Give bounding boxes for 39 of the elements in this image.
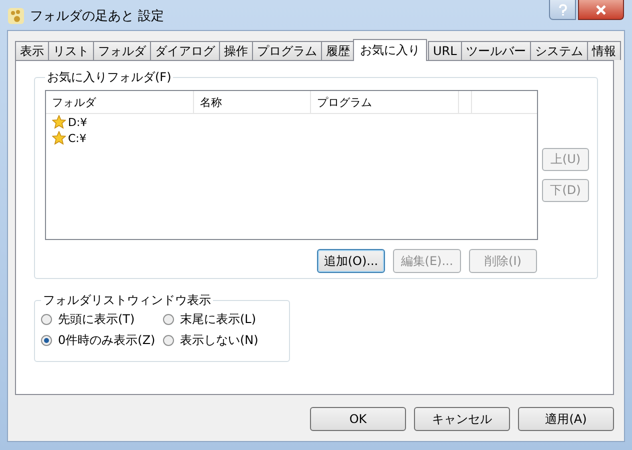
group-title: お気に入りフォルダ(F) xyxy=(46,69,172,86)
radio-option[interactable]: 0件時のみ表示(Z) xyxy=(41,332,163,349)
radio-button[interactable] xyxy=(163,335,174,346)
tab[interactable]: 操作 xyxy=(219,41,253,60)
column-header[interactable]: プログラム xyxy=(311,91,459,113)
tab[interactable]: 履歴 xyxy=(321,41,355,60)
column-header[interactable]: フォルダ xyxy=(46,91,194,113)
column-header[interactable]: 名称 xyxy=(194,91,311,113)
tab[interactable]: URL xyxy=(428,41,462,60)
folder-cell[interactable]: D:¥ xyxy=(68,116,88,128)
window-title: フォルダの足あと 設定 xyxy=(30,8,164,25)
group-title: フォルダリストウィンドウ表示 xyxy=(42,292,212,309)
action-button[interactable]: 追加(O)... xyxy=(317,249,385,273)
star-icon xyxy=(52,115,66,129)
tab[interactable]: 情報 xyxy=(586,41,621,60)
radio-button[interactable] xyxy=(41,335,52,346)
dialog-button[interactable]: キャンセル xyxy=(414,407,510,431)
radio-option[interactable]: 末尾に表示(L) xyxy=(163,311,283,328)
tab[interactable]: フォルダ xyxy=(93,41,151,60)
close-icon xyxy=(595,4,607,14)
help-button[interactable] xyxy=(549,0,576,20)
close-button[interactable] xyxy=(578,0,624,20)
folder-cell[interactable]: C:¥ xyxy=(68,132,86,144)
star-icon xyxy=(52,131,66,145)
tab[interactable]: システム xyxy=(530,41,588,60)
radio-button[interactable] xyxy=(41,314,52,325)
tab[interactable]: お気に入り xyxy=(353,39,427,61)
radio-option[interactable]: 表示しない(N) xyxy=(163,332,283,349)
tab[interactable]: リスト xyxy=(48,41,94,60)
help-icon xyxy=(558,4,568,16)
radio-button[interactable] xyxy=(163,314,174,325)
tab[interactable]: プログラム xyxy=(252,41,322,60)
radio-option[interactable]: 先頭に表示(T) xyxy=(41,311,163,328)
tab[interactable]: ツールバー xyxy=(460,41,531,60)
dialog-button[interactable]: OK xyxy=(310,407,406,431)
tab[interactable]: 表示 xyxy=(15,41,49,60)
paw-icon xyxy=(8,8,24,24)
tab[interactable]: ダイアログ xyxy=(150,41,220,60)
dialog-button[interactable]: 適用(A) xyxy=(518,407,614,431)
